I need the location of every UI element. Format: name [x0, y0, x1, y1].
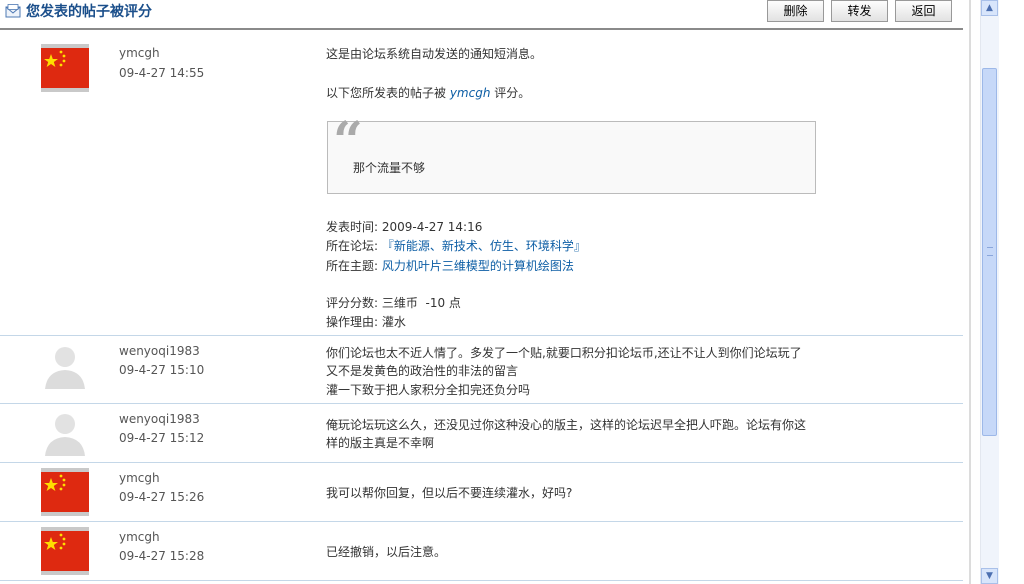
default-user-avatar [41, 408, 89, 456]
timestamp: 09-4-27 14:55 [119, 66, 205, 80]
china-flag-avatar [41, 468, 89, 516]
username[interactable]: ymcgh [119, 471, 160, 485]
message-text: 样的版主真是不幸啊 [326, 436, 435, 450]
post-time-value: 2009-4-27 14:16 [381, 220, 483, 234]
post-time-label: 发表时间: [326, 220, 382, 234]
topic-link[interactable]: 风力机叶片三维模型的计算机绘图法 [382, 259, 574, 273]
rating-suffix: 评分。 [490, 86, 531, 100]
message-header: 您发表的帖子被评分 删除 转发 返回 [0, 0, 963, 30]
arrow-down-icon[interactable]: ▼ [981, 568, 998, 584]
vertical-scrollbar[interactable]: ▲ ▼ [980, 0, 999, 584]
china-flag-avatar [41, 527, 89, 575]
message-text: 已经撤销，以后注意。 [326, 545, 447, 559]
timestamp: 09-4-27 15:12 [119, 431, 205, 445]
score-label: 评分分数: [326, 296, 382, 310]
china-flag-avatar [41, 44, 89, 92]
envelope-icon [5, 4, 21, 18]
message-divider [0, 403, 963, 404]
quote-text: 那个流量不够 [353, 161, 426, 175]
content-border [969, 0, 971, 584]
message-divider [0, 521, 963, 522]
timestamp: 09-4-27 15:26 [119, 490, 205, 504]
forum-link[interactable]: 『新能源、新技术、仿生、环境科学』 [382, 239, 586, 253]
timestamp: 09-4-27 15:10 [119, 363, 205, 377]
message-text: 俺玩论坛玩这么久，还没见过你这种没心的版主，这样的论坛迟早全把人吓跑。论坛有你这 [326, 418, 807, 432]
quote-box: “ 那个流量不够 [327, 116, 816, 194]
back-button[interactable]: 返回 [895, 0, 952, 22]
reason-value: 灌水 [381, 315, 406, 329]
score-value: 三维币 -10 点 [381, 296, 461, 310]
rating-prefix: 以下您所发表的帖子被 [326, 86, 450, 100]
message-text: 灌一下致于把人家积分全扣完还负分吗 [326, 383, 531, 397]
topic-row: 所在主题: 风力机叶片三维模型的计算机绘图法 [326, 257, 574, 274]
reason-label: 操作理由: [326, 315, 382, 329]
username[interactable]: wenyoqi1983 [119, 412, 200, 426]
message-text: 这是由论坛系统自动发送的通知短消息。 [326, 47, 543, 61]
message-text: 我可以帮你回复，但以后不要连续灌水，好吗? [326, 486, 573, 500]
message-text: 你们论坛也太不近人情了。多发了一个贴,就要口积分扣论坛币,还让不让人到你们论坛玩… [326, 346, 802, 360]
post-time-row: 发表时间: 2009-4-27 14:16 [326, 218, 482, 235]
forward-button[interactable]: 转发 [831, 0, 888, 22]
rating-notice: 以下您所发表的帖子被 ymcgh 评分。 [326, 84, 530, 101]
message-divider [0, 580, 963, 581]
message-text: 又不是发黄色的政治性的非法的留言 [326, 364, 519, 378]
page-title: 您发表的帖子被评分 [26, 4, 152, 20]
message-divider [0, 335, 963, 336]
username[interactable]: wenyoqi1983 [119, 344, 200, 358]
delete-button[interactable]: 删除 [767, 0, 824, 22]
topic-label: 所在主题: [326, 259, 382, 273]
score-row: 评分分数: 三维币 -10 点 [326, 294, 461, 311]
username[interactable]: ymcgh [119, 530, 160, 544]
grip-icon [987, 247, 993, 256]
reason-row: 操作理由: 灌水 [326, 313, 406, 330]
scrollbar-thumb[interactable] [982, 68, 997, 436]
timestamp: 09-4-27 15:28 [119, 549, 205, 563]
forum-row: 所在论坛: 『新能源、新技术、仿生、环境科学』 [326, 237, 586, 254]
forum-label: 所在论坛: [326, 239, 382, 253]
arrow-up-icon[interactable]: ▲ [981, 0, 998, 16]
username[interactable]: ymcgh [119, 46, 160, 60]
message-divider [0, 462, 963, 463]
default-user-avatar [41, 341, 89, 389]
rater-link[interactable]: ymcgh [450, 86, 491, 100]
